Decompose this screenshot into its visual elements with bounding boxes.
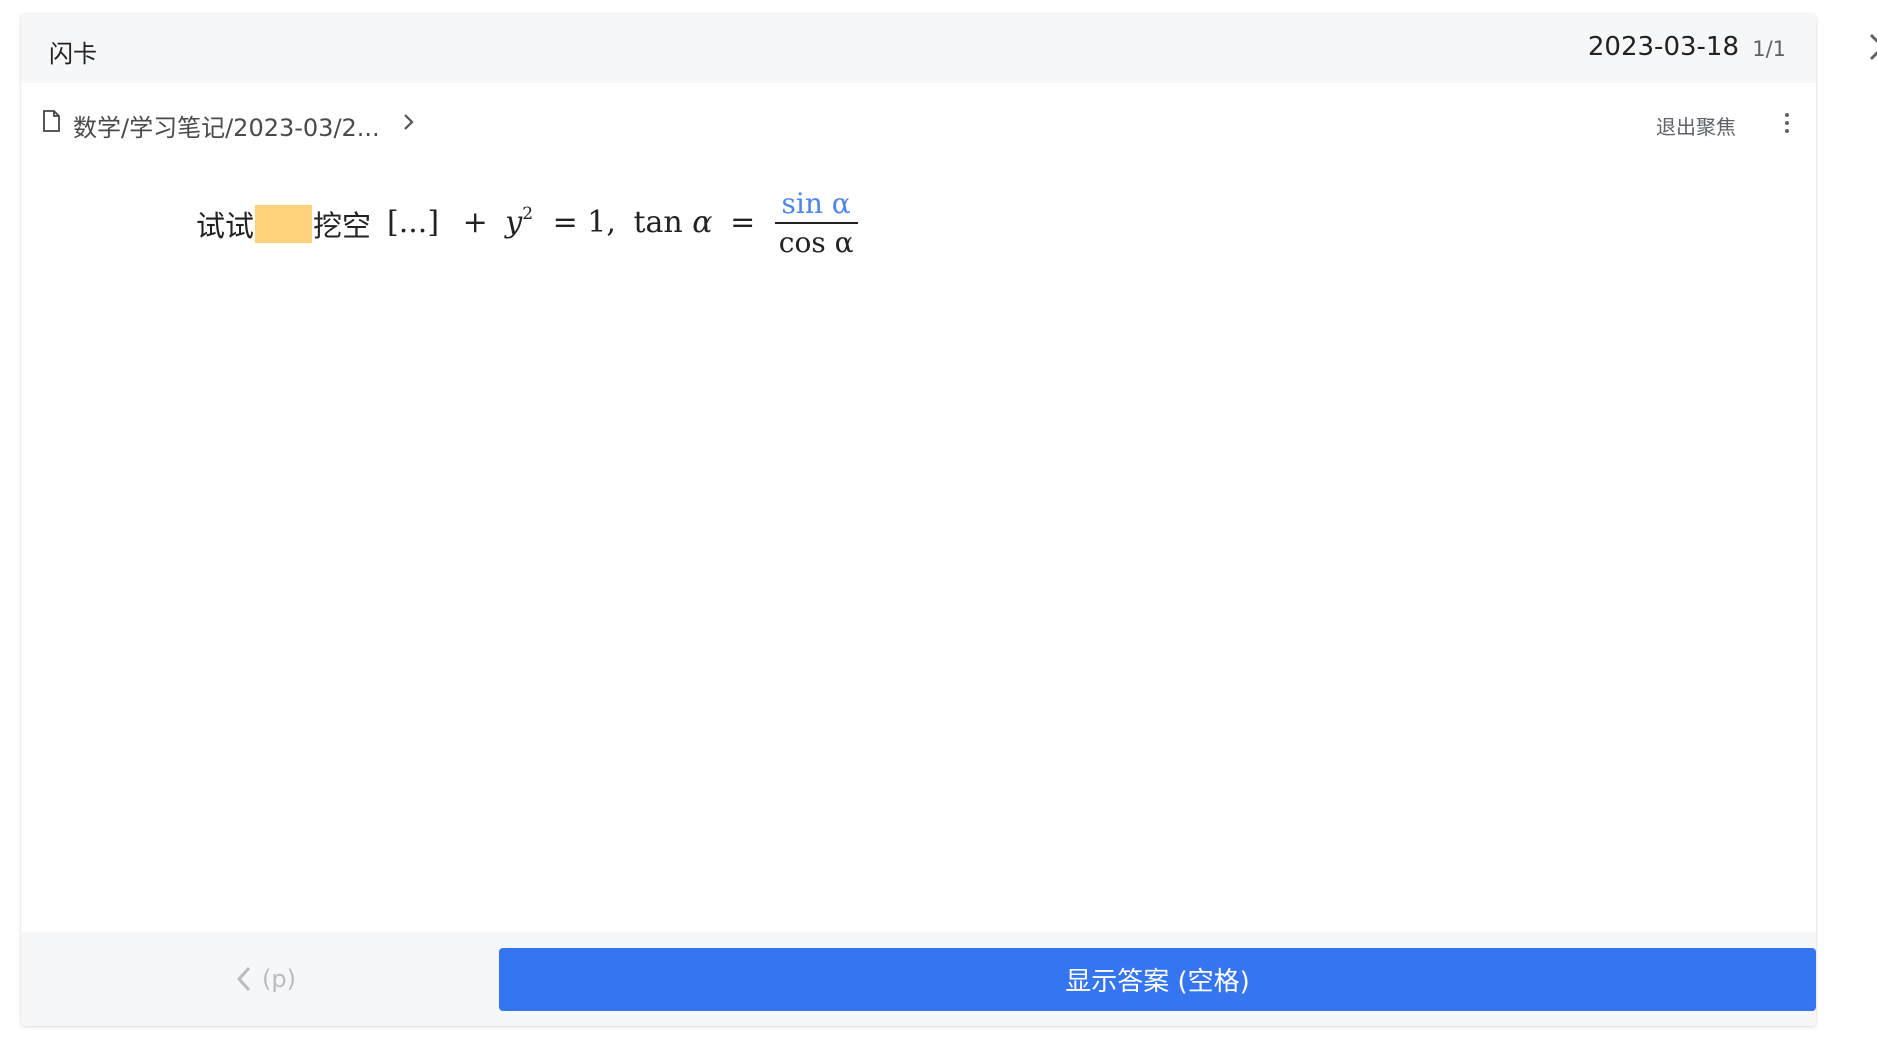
card-line: 试试 挖空 [...] + y2 = 1, tan α = sin α cos … (196, 179, 858, 269)
cloze-placeholder: [...] (387, 205, 440, 240)
math-var-y: y (505, 205, 523, 240)
cloze-blank[interactable] (255, 205, 313, 243)
math-tan: tan (633, 205, 683, 240)
dialog-footer: (p) 显示答案 (空格) (21, 932, 1816, 1026)
math-exponent: 2 (522, 204, 534, 224)
fraction-numerator: sin α (781, 187, 851, 220)
dialog-title: 闪卡 (49, 40, 97, 68)
dialog-header: 闪卡 2023-03-18 1/1 (21, 14, 1816, 83)
math-alpha: α (692, 205, 713, 240)
card-content: 试试 挖空 [...] + y2 = 1, tan α = sin α cos … (196, 179, 858, 269)
chevron-right-icon[interactable] (401, 113, 415, 131)
document-icon (43, 110, 60, 132)
fraction-denominator: cos α (778, 226, 854, 259)
math-equals: = (730, 205, 756, 240)
exit-focus-button[interactable]: 退出聚焦 (1656, 111, 1736, 140)
previous-button[interactable]: (p) (236, 962, 296, 996)
math-equals-one: = 1, (552, 205, 616, 240)
breadcrumb-path[interactable]: 数学/学习笔记/2023-03/2... (73, 108, 380, 143)
flashcard-dialog: 闪卡 2023-03-18 1/1 数学/学习笔记/2023-03/2... 退… (21, 14, 1816, 1026)
breadcrumb-bar: 数学/学习笔记/2023-03/2... 退出聚焦 (21, 83, 1816, 143)
math-formula: [...] + y2 = 1, tan α = sin α cos α (387, 186, 858, 262)
text-before-cloze: 试试 (196, 209, 255, 243)
close-icon[interactable] (1868, 32, 1877, 62)
card-counter: 1/1 (1752, 37, 1786, 61)
text-after-cloze: 挖空 (313, 209, 372, 243)
math-plus: + (462, 205, 488, 240)
more-vertical-icon[interactable] (1784, 113, 1790, 133)
show-answer-button[interactable]: 显示答案 (空格) (499, 948, 1816, 1011)
previous-label: (p) (262, 965, 296, 993)
math-fraction: sin α cos α (774, 186, 858, 262)
chevron-left-icon (236, 966, 251, 992)
review-date: 2023-03-18 (1587, 32, 1739, 62)
